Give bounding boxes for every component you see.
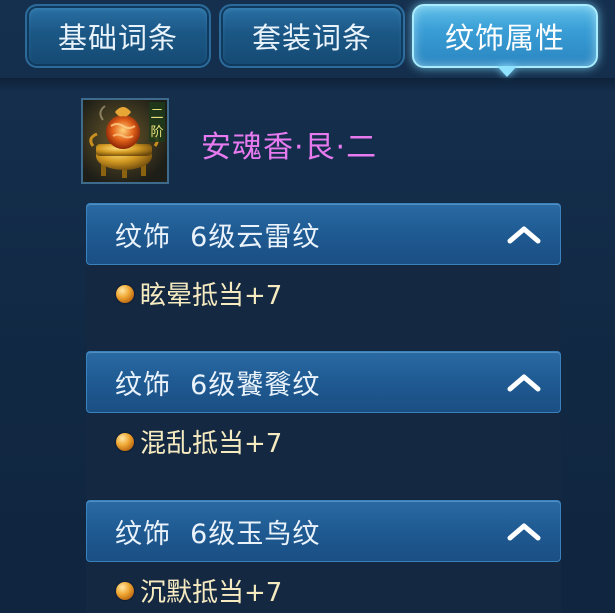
tab-label: 套装词条 <box>251 21 372 55</box>
attribute-text: 眩晕抵当+7 <box>140 281 283 311</box>
attribute-row: 沉默抵当+7 <box>116 572 282 609</box>
incense-burner-icon: 二 阶 <box>83 100 167 182</box>
section-title: 纹饰 6级玉鸟纹 <box>115 518 321 550</box>
chevron-up-icon[interactable] <box>506 370 542 394</box>
svg-text:二: 二 <box>150 107 163 122</box>
section-body: 混乱抵当+7 <box>86 413 561 499</box>
active-tab-pointer <box>497 66 517 77</box>
attribute-text: 沉默抵当+7 <box>140 578 283 608</box>
tab-basic-affixes[interactable]: 基础词条 <box>25 4 211 68</box>
divider <box>0 78 615 92</box>
section-title: 纹饰 6级云雷纹 <box>115 221 321 253</box>
tab-ornament-attributes[interactable]: 纹饰属性 <box>412 4 598 68</box>
orb-bullet-icon <box>116 284 134 303</box>
attribute-row: 眩晕抵当+7 <box>116 275 282 312</box>
tab-label: 基础词条 <box>57 21 178 55</box>
orb-bullet-icon <box>116 581 134 600</box>
section-header-jade-bird[interactable]: 纹饰 6级玉鸟纹 <box>86 500 561 562</box>
chevron-up-icon[interactable] <box>506 222 542 246</box>
section-title: 纹饰 6级饕餮纹 <box>115 369 321 401</box>
item-name: 安魂香·艮·二 <box>201 130 378 165</box>
tab-set-affixes[interactable]: 套装词条 <box>219 4 405 68</box>
section-header-cloud-thunder[interactable]: 纹饰 6级云雷纹 <box>86 203 561 265</box>
attribute-row: 混乱抵当+7 <box>116 423 282 460</box>
tab-label: 纹饰属性 <box>444 21 565 55</box>
orb-bullet-icon <box>116 432 134 451</box>
ornament-panel: 基础词条 套装词条 纹饰属性 二 阶 安魂香·艮·二 纹饰 6级云雷纹 眩晕抵当… <box>0 0 615 613</box>
item-icon-slot[interactable]: 二 阶 <box>81 98 169 184</box>
section-body: 沉默抵当+7 <box>86 562 561 613</box>
section-body: 眩晕抵当+7 <box>86 265 561 351</box>
attribute-text: 混乱抵当+7 <box>140 429 283 459</box>
chevron-up-icon[interactable] <box>506 519 542 543</box>
svg-text:阶: 阶 <box>150 125 163 140</box>
section-header-taotie[interactable]: 纹饰 6级饕餮纹 <box>86 351 561 413</box>
